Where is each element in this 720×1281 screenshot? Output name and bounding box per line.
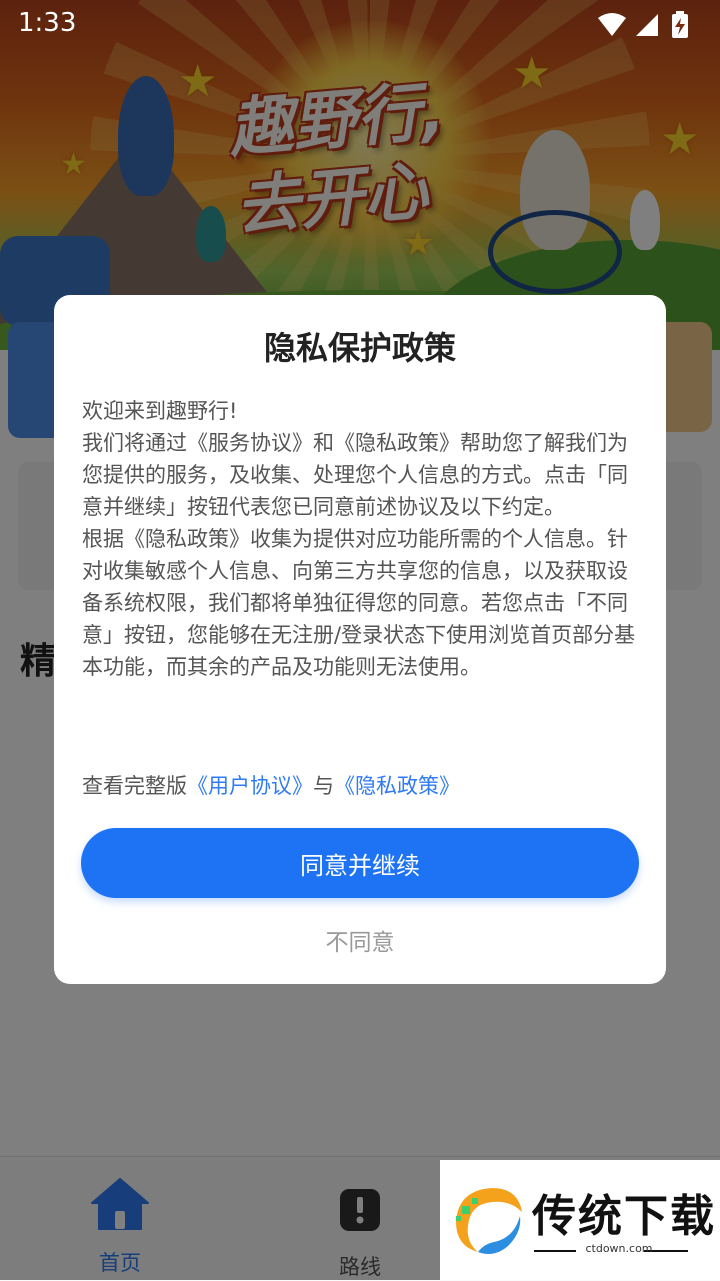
dialog-paragraph-intro: 我们将通过《服务协议》和《隐私政策》帮助您了解我们为您提供的服务，及收集、处理您… <box>82 431 628 519</box>
status-icons <box>598 11 688 38</box>
dialog-title: 隐私保护政策 <box>263 329 456 367</box>
watermark-subtext: ctdown.com <box>585 1242 653 1255</box>
links-prefix: 查看完整版 <box>82 774 187 798</box>
links-joiner: 与 <box>313 774 334 798</box>
privacy-policy-link[interactable]: 《隐私政策》 <box>334 774 460 798</box>
watermark-text: 传统下载 <box>532 1191 716 1242</box>
user-agreement-link[interactable]: 《用户协议》 <box>187 774 313 798</box>
wifi-icon <box>598 13 626 36</box>
app-screen: ★ ★ ★ ★ ★ 趣野行, 去开心 精 首页 <box>0 0 720 1281</box>
privacy-dialog: 隐私保护政策 欢迎来到趣野行! 我们将通过《服务协议》和《隐私政策》帮助您了解我… <box>54 295 666 984</box>
disagree-button[interactable]: 不同意 <box>260 920 460 960</box>
watermark: 传统下载 ctdown.com <box>440 1160 720 1280</box>
dialog-paragraph-welcome: 欢迎来到趣野行! <box>82 399 238 423</box>
status-time: 1:33 <box>18 8 77 38</box>
watermark-logo-icon <box>456 1188 522 1254</box>
status-bar: 1:33 <box>0 0 720 50</box>
signal-icon <box>636 14 658 36</box>
dialog-body: 欢迎来到趣野行! 我们将通过《服务协议》和《隐私政策》帮助您了解我们为您提供的服… <box>82 395 642 683</box>
dialog-paragraph-details: 根据《隐私政策》收集为提供对应功能所需的个人信息。针对收集敏感个人信息、向第三方… <box>82 527 636 679</box>
battery-charging-icon <box>672 11 688 38</box>
dialog-links-line: 查看完整版《用户协议》与《隐私政策》 <box>82 770 642 800</box>
agree-continue-button[interactable]: 同意并继续 <box>81 828 639 898</box>
